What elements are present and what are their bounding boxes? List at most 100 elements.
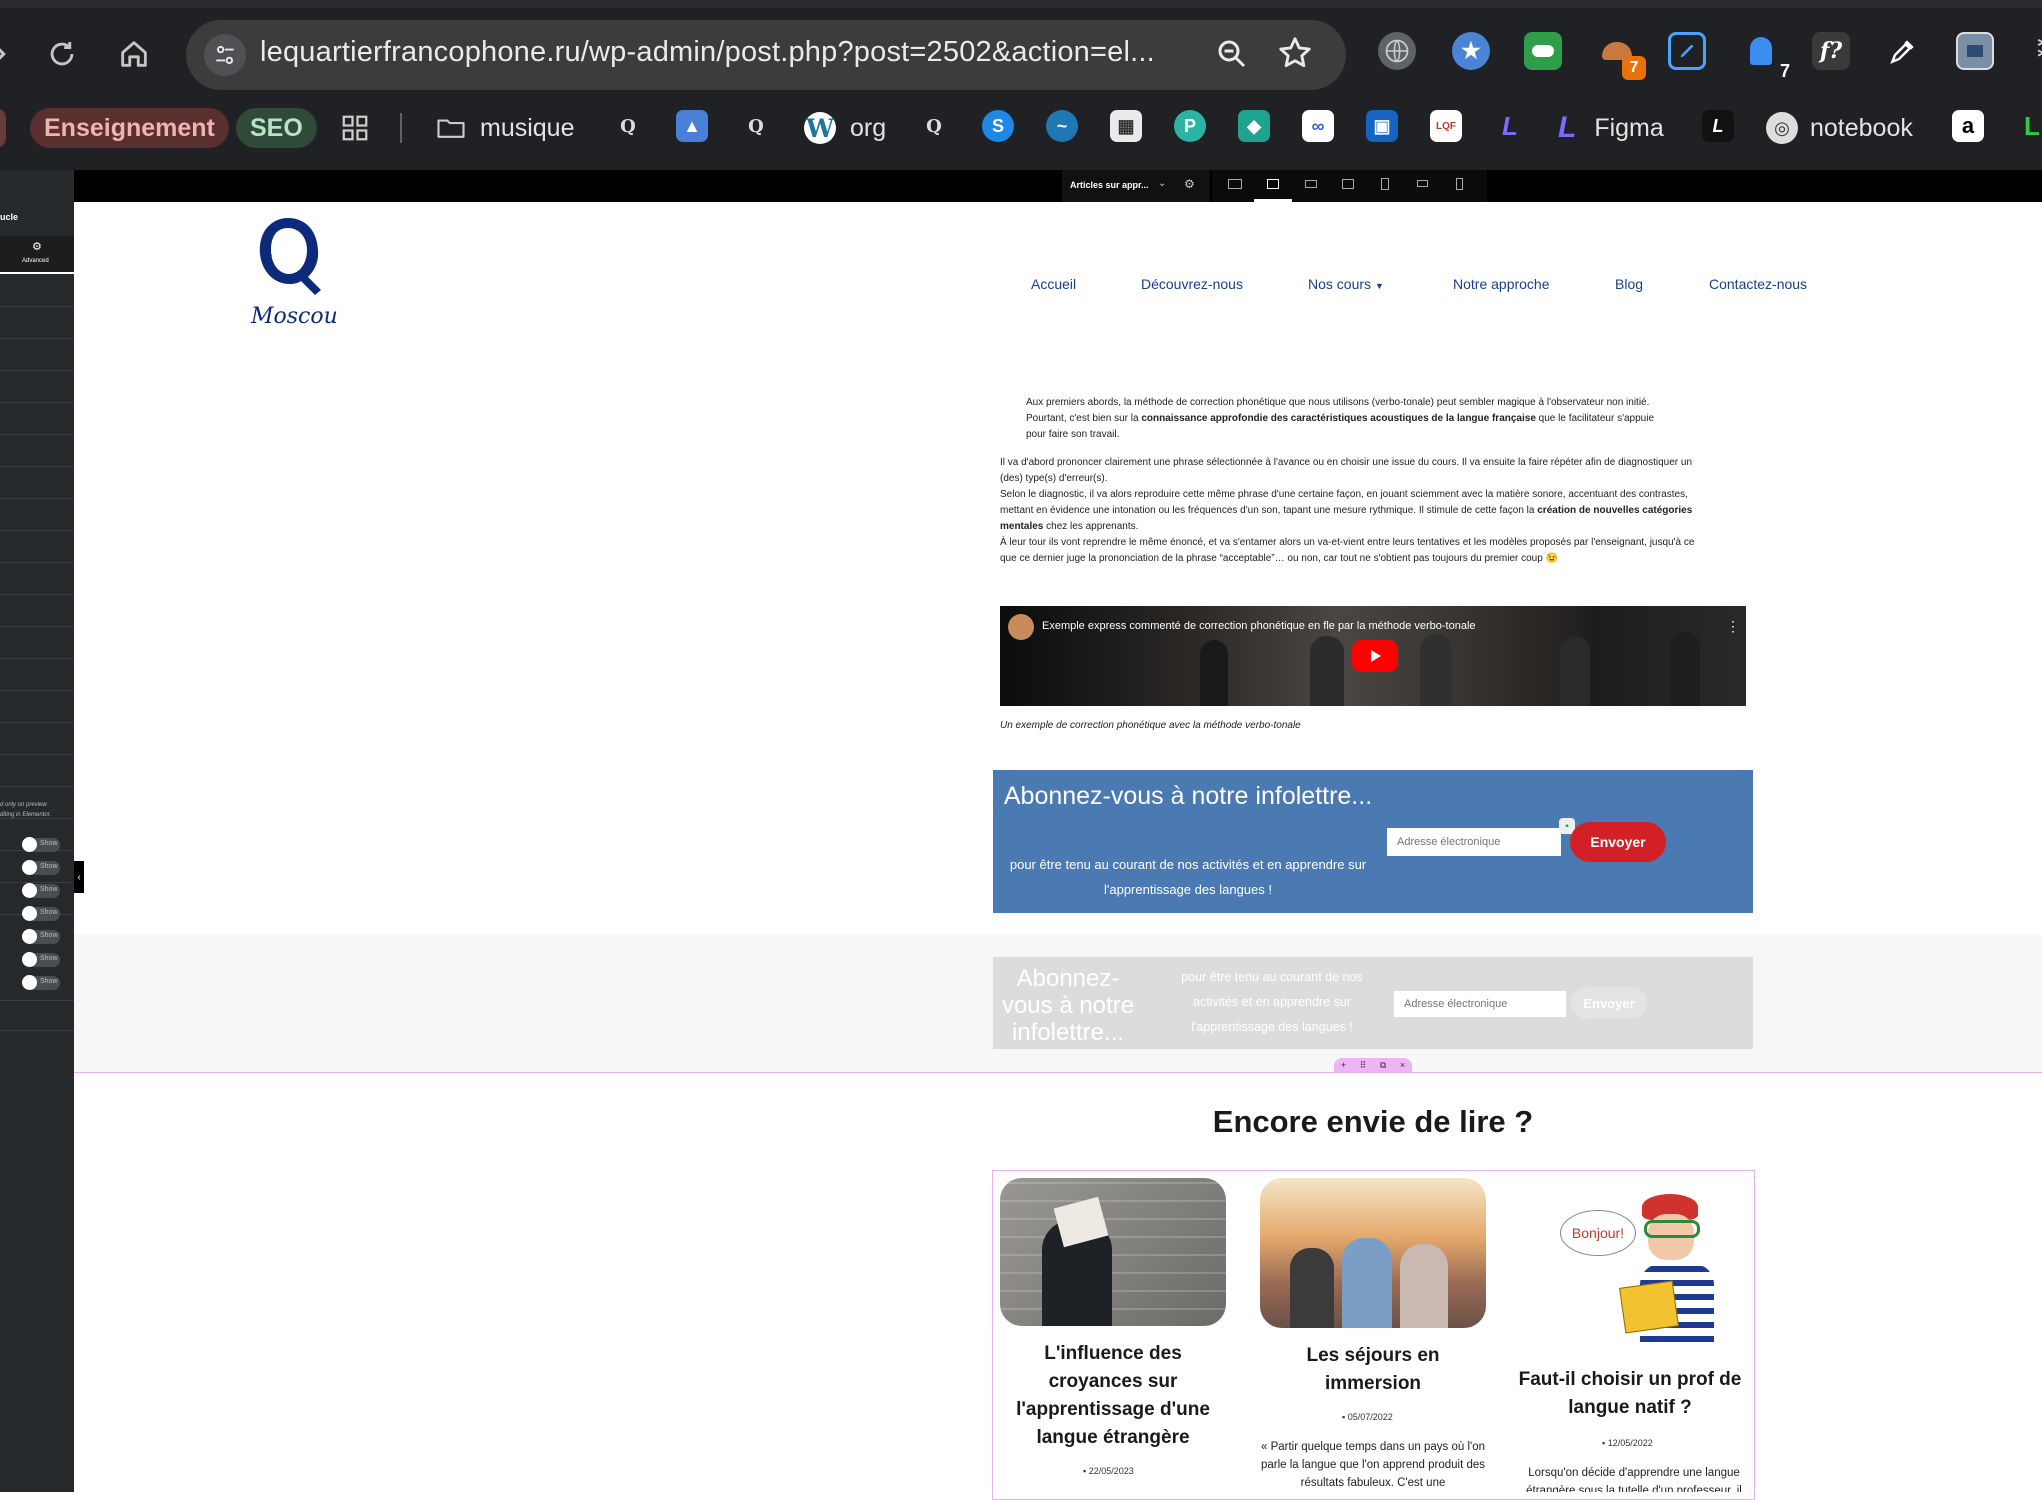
panel-section-row[interactable] bbox=[0, 436, 74, 467]
panel-section-row[interactable] bbox=[0, 628, 74, 659]
globe-icon[interactable] bbox=[1378, 32, 1416, 70]
ghost-extension-icon[interactable]: 7 bbox=[1742, 32, 1790, 81]
bookmark-folder-seo[interactable]: SEO bbox=[236, 108, 317, 148]
post-thumbnail[interactable] bbox=[1260, 1178, 1486, 1328]
reload-button[interactable] bbox=[38, 30, 86, 78]
bookmark-folder-enseignement[interactable]: Enseignement bbox=[30, 108, 229, 148]
amazon-icon[interactable]: a bbox=[1952, 110, 1984, 142]
email-input[interactable] bbox=[1387, 828, 1561, 856]
panel-section-row[interactable] bbox=[0, 596, 74, 627]
panel-section-row[interactable] bbox=[0, 404, 74, 435]
wave-icon[interactable]: ~ bbox=[1046, 110, 1078, 142]
laptop-icon[interactable] bbox=[1305, 180, 1317, 188]
mushroom-extension-icon[interactable]: 7 bbox=[1598, 32, 1646, 80]
section-handle[interactable]: + ⠿ ⧉ × bbox=[1334, 1058, 1412, 1072]
visibility-toggle[interactable]: Show bbox=[22, 975, 60, 990]
visibility-toggle[interactable]: Show bbox=[22, 906, 60, 921]
p-cloud-icon[interactable]: P bbox=[1174, 110, 1206, 142]
template-selector[interactable]: Articles sur appr... ⌄ ⚙ bbox=[1062, 170, 1210, 202]
panel-section-row[interactable] bbox=[0, 692, 74, 723]
drag-handle-icon[interactable]: ⠿ bbox=[1360, 1060, 1367, 1071]
mobile-extra-icon[interactable] bbox=[1417, 180, 1428, 187]
duplicate-icon[interactable]: ⧉ bbox=[1380, 1060, 1386, 1071]
panel-section-row[interactable] bbox=[0, 660, 74, 691]
bus-icon[interactable]: ▣ bbox=[1366, 110, 1398, 142]
image-info-icon[interactable] bbox=[1956, 32, 1994, 70]
quartier-favicon[interactable]: Q bbox=[612, 110, 644, 142]
green-extension-icon[interactable] bbox=[1524, 32, 1562, 70]
bookmark-partial[interactable] bbox=[0, 108, 6, 148]
site-logo[interactable]: Moscou bbox=[244, 214, 338, 329]
nav-contactez-nous[interactable]: Contactez-nous bbox=[1709, 276, 1807, 292]
lingq-icon[interactable]: L bbox=[1494, 110, 1526, 142]
quartier-favicon-2[interactable]: Q bbox=[740, 110, 772, 142]
edit-extension-icon[interactable] bbox=[1668, 32, 1706, 70]
graduation-cap-icon[interactable]: ▲ bbox=[676, 110, 708, 142]
tablet-extra-icon[interactable] bbox=[1342, 179, 1354, 189]
nav-blog[interactable]: Blog bbox=[1615, 276, 1643, 292]
visibility-toggle[interactable]: Show bbox=[22, 929, 60, 944]
close-icon[interactable]: × bbox=[1400, 1060, 1405, 1070]
nav-nos-cours[interactable]: Nos cours ▼ bbox=[1308, 276, 1384, 292]
l-black-icon[interactable]: L bbox=[1702, 110, 1734, 142]
gear-icon[interactable]: ⚙ bbox=[1184, 177, 1195, 191]
infinity-icon[interactable]: ∞ bbox=[1302, 110, 1334, 142]
panel-section-row[interactable] bbox=[0, 564, 74, 595]
calendar-app-icon[interactable]: ▦ bbox=[1110, 110, 1142, 142]
panel-section-row[interactable] bbox=[0, 500, 74, 531]
desktop-icon[interactable] bbox=[1267, 179, 1279, 189]
panel-section-row[interactable] bbox=[0, 756, 74, 787]
visibility-toggle[interactable]: Show bbox=[22, 952, 60, 967]
widescreen-icon[interactable] bbox=[1228, 179, 1242, 189]
apps-grid-icon[interactable] bbox=[340, 108, 370, 148]
bookmark-star-icon[interactable] bbox=[1276, 34, 1314, 77]
more-vertical-icon[interactable]: ⋮ bbox=[1726, 618, 1740, 635]
panel-section-row[interactable] bbox=[0, 468, 74, 499]
panel-section-row[interactable] bbox=[0, 532, 74, 563]
post-thumbnail[interactable] bbox=[1000, 1178, 1226, 1326]
channel-avatar[interactable] bbox=[1008, 614, 1034, 640]
eyedropper-icon[interactable] bbox=[1884, 32, 1922, 70]
bookmark-notebook[interactable]: ◎ notebook bbox=[1766, 108, 1913, 148]
panel-section-row[interactable] bbox=[0, 276, 74, 307]
nav-accueil[interactable]: Accueil bbox=[1031, 276, 1076, 292]
visibility-toggle[interactable]: Show bbox=[22, 860, 60, 875]
mobile-icon[interactable] bbox=[1456, 178, 1463, 190]
post-title[interactable]: Faut-il choisir un prof de langue natif … bbox=[1510, 1366, 1750, 1422]
bookmark-folder-musique[interactable]: musique bbox=[434, 108, 575, 148]
video-title[interactable]: Exemple express commenté de correction p… bbox=[1042, 620, 1476, 632]
subscribe-button[interactable]: Envoyer bbox=[1571, 987, 1647, 1019]
panel-collapse-button[interactable]: ‹ bbox=[74, 861, 84, 893]
site-info-button[interactable] bbox=[204, 34, 246, 76]
panel-section-row[interactable] bbox=[0, 1000, 74, 1031]
panel-section-row[interactable] bbox=[0, 340, 74, 371]
post-thumbnail[interactable]: Bonjour! bbox=[1556, 1184, 1734, 1350]
tablet-icon[interactable] bbox=[1381, 178, 1389, 190]
play-button[interactable] bbox=[1352, 640, 1398, 672]
panel-section-row[interactable] bbox=[0, 372, 74, 403]
subscribe-button[interactable]: Envoyer bbox=[1570, 822, 1666, 862]
puzzle-extensions-icon[interactable]: ⁑ bbox=[2024, 32, 2042, 70]
add-section-icon[interactable]: + bbox=[1341, 1060, 1346, 1070]
address-bar[interactable]: lequartierfrancophone.ru/wp-admin/post.p… bbox=[186, 20, 1346, 90]
panel-section-row[interactable] bbox=[0, 724, 74, 755]
lqf-icon[interactable]: LQF bbox=[1430, 110, 1462, 142]
home-button[interactable] bbox=[110, 30, 158, 78]
star-extension-icon[interactable]: ★ bbox=[1452, 32, 1490, 70]
nav-decouvrez-nous[interactable]: Découvrez-nous bbox=[1141, 276, 1243, 292]
email-input[interactable] bbox=[1394, 991, 1566, 1017]
bookmark-wordpress-org[interactable]: W org bbox=[804, 108, 886, 148]
fx-extension-icon[interactable]: f? bbox=[1812, 32, 1850, 70]
post-title[interactable]: L'influence des croyances sur l'apprenti… bbox=[1000, 1340, 1226, 1452]
visibility-toggle[interactable]: Show bbox=[22, 883, 60, 898]
nav-notre-approche[interactable]: Notre approche bbox=[1453, 276, 1550, 292]
panel-section-row[interactable] bbox=[0, 308, 74, 339]
youtube-video-embed[interactable]: Exemple express commenté de correction p… bbox=[1000, 606, 1746, 706]
l-green-icon[interactable]: L bbox=[2016, 110, 2042, 142]
skype-icon[interactable]: S bbox=[982, 110, 1014, 142]
chat-bubbles-icon[interactable]: ◆ bbox=[1238, 110, 1270, 142]
url-text[interactable]: lequartierfrancophone.ru/wp-admin/post.p… bbox=[260, 36, 1155, 69]
bookmark-figma[interactable]: L Figma bbox=[1558, 108, 1664, 148]
forward-button[interactable] bbox=[0, 30, 22, 78]
visibility-toggle[interactable]: Show bbox=[22, 837, 60, 852]
